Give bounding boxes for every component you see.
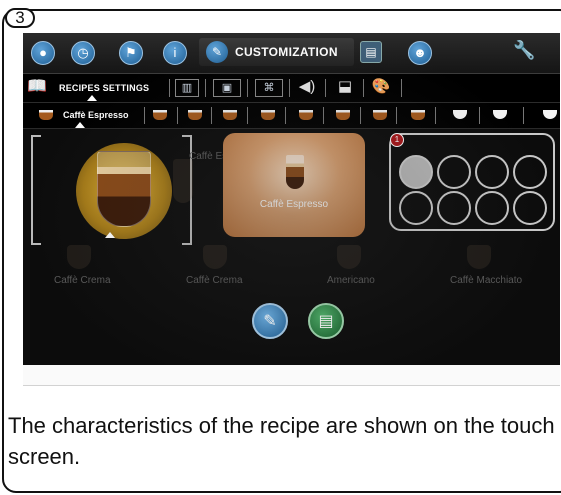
recipes-settings-label[interactable]: RECIPES SETTINGS [59,83,149,93]
divider [360,107,361,124]
ghost-label: Americano [327,275,375,286]
ghost-label: Caffè Crema [54,275,111,286]
water-drop-icon[interactable]: ● [31,41,55,65]
speaker-icon[interactable]: ◀) [295,79,319,97]
cup-slot[interactable] [437,191,471,225]
divider [396,107,397,124]
divider [205,79,206,97]
divider [247,79,248,97]
tab-customization-label: CUSTOMIZATION [235,45,338,59]
divider [435,107,436,124]
clock-icon[interactable]: ◷ [71,41,95,65]
touch-screen: ● ◷ ⚑ i ✎ CUSTOMIZATION ▤ ☻ 🔧 📖 RECIPES … [23,33,560,365]
cup-icon[interactable] [373,110,387,120]
settings-toolbar: 📖 RECIPES SETTINGS ▥ ▣ ⌘ ◀) ⬓ 🎨 [23,74,560,103]
recipe-book-icon[interactable]: 📖 [27,78,55,96]
cup-icon[interactable] [453,110,467,119]
divider [479,107,480,124]
cups-count-badge: 1 [390,133,404,147]
selected-caret-icon [87,95,97,101]
milk-icon[interactable]: ⬓ [333,79,357,97]
cup-slot[interactable] [437,155,471,189]
divider [285,107,286,124]
ghost-label: Caffè Crema [186,275,243,286]
cup-icon[interactable] [336,110,350,120]
framed-picture-icon[interactable]: ⌘ [255,79,283,97]
user-icon[interactable]: ☻ [408,41,432,65]
save-icon: ▤ [318,313,334,330]
pencil-icon: ✎ [206,41,228,63]
tab-customization[interactable]: ✎ CUSTOMIZATION [199,38,354,66]
cup-icon[interactable] [188,110,202,120]
info-icon[interactable]: i [163,41,187,65]
divider [523,107,524,124]
cup-icon[interactable] [153,110,167,120]
palette-icon[interactable]: 🎨 [369,79,393,97]
open-book-icon[interactable]: ▥ [175,79,199,97]
cup-slot[interactable] [399,155,433,189]
display-icon[interactable]: ▤ [360,41,382,63]
recipe-selection-bar: Caffè Espresso [23,103,560,129]
cup-icon[interactable] [299,110,313,120]
divider [289,79,290,97]
espresso-glass-image [97,151,151,227]
divider [169,79,170,97]
divider [177,107,178,124]
instruction-caption: The characteristics of the recipe are sh… [8,413,555,469]
selected-caret-icon [105,232,115,238]
divider [325,79,326,97]
selected-caret-icon [75,122,85,128]
edit-icon: ✎ [263,313,277,330]
cup-icon[interactable] [411,110,425,120]
ghost-cup-image [337,245,361,269]
cup-icon[interactable] [39,110,53,120]
cup-slot[interactable] [475,191,509,225]
ghost-cup-image [173,159,193,203]
screen-icon[interactable]: ▣ [213,79,241,97]
divider [401,79,402,97]
step-number-badge: 3 [5,8,35,28]
divider [323,107,324,124]
selected-recipe-card-label: Caffè Espresso [259,199,329,210]
cup-slot[interactable] [513,155,547,189]
ghost-cup-image [67,245,91,269]
cup-icon[interactable] [223,110,237,120]
divider [363,79,364,97]
save-recipe-button[interactable]: ▤ [308,303,344,339]
ghost-label: Caffè Macchiato [450,275,523,286]
divider [144,107,145,124]
divider [211,107,212,124]
edit-recipe-button[interactable]: ✎ [252,303,288,339]
divider [247,107,248,124]
selected-recipe-label[interactable]: Caffè Espresso [63,110,129,120]
flag-icon[interactable]: ⚑ [119,41,143,65]
cup-icon[interactable] [543,110,557,119]
selected-recipe-card[interactable]: Caffè Espresso [223,133,365,237]
ghost-cup-image [467,245,491,269]
espresso-glass-image [286,155,304,189]
cup-slot[interactable] [513,191,547,225]
wrench-icon[interactable]: 🔧 [513,40,535,61]
cup-icon[interactable] [261,110,275,120]
cup-icon[interactable] [493,110,507,119]
ghost-cup-image [203,245,227,269]
top-navigation-bar: ● ◷ ⚑ i ✎ CUSTOMIZATION ▤ ☻ 🔧 [23,33,560,74]
cup-slot[interactable] [399,191,433,225]
screen-bottom-strip [23,365,560,386]
cup-slot[interactable] [475,155,509,189]
